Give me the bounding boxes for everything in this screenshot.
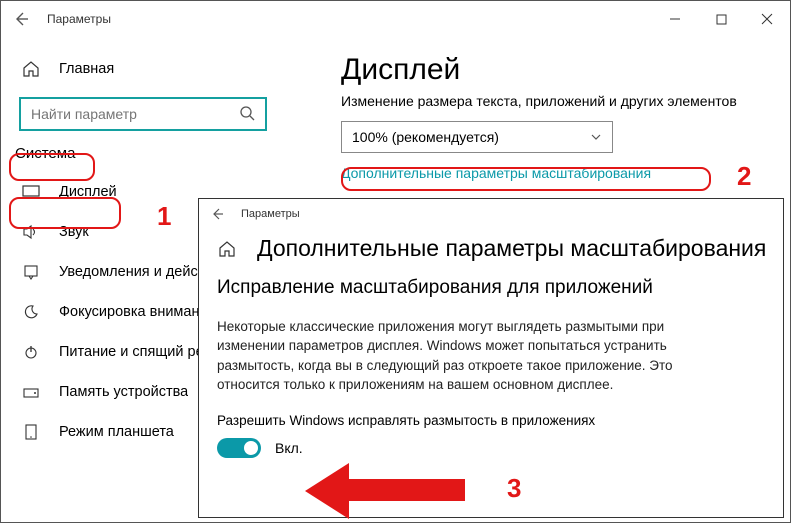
power-icon [21,342,41,362]
advanced-scaling-link[interactable]: Дополнительные параметры масштабирования [341,165,778,181]
tablet-icon [21,422,41,442]
toggle-caption: Разрешить Windows исправлять размытость … [217,413,765,428]
dialog-heading-row: Дополнительные параметры масштабирования [217,235,765,262]
dialog-body: Дополнительные параметры масштабирования… [199,229,783,458]
search-icon [239,105,255,121]
display-icon [21,182,41,202]
arrow-left-icon [210,207,224,221]
sidebar-item-label: Звук [59,224,89,240]
storage-icon [21,382,41,402]
back-button[interactable] [1,1,41,37]
window-title: Параметры [47,12,111,26]
sidebar-home-label: Главная [59,61,114,77]
dialog-body-text: Некоторые классические приложения могут … [217,317,677,395]
maximize-button[interactable] [698,1,744,37]
content: Дисплей Изменение размера текста, прилож… [341,53,778,181]
speaker-icon [21,222,41,242]
dialog-back-button[interactable] [209,206,225,222]
scale-section-label: Изменение размера текста, приложений и д… [341,93,778,109]
moon-icon [21,302,41,322]
home-icon[interactable] [217,239,237,259]
notification-icon [21,262,41,282]
settings-window: Параметры Главная Система [0,0,791,523]
search-container [19,97,283,131]
sidebar-item-label: Фокусировка внимания [59,304,215,320]
sidebar-category: Система [15,145,301,162]
minimize-icon [669,13,681,25]
search-input[interactable] [19,97,267,131]
dialog-titlebar: Параметры [199,199,783,229]
page-title: Дисплей [341,53,778,87]
sidebar-item-label: Память устройства [59,384,188,400]
minimize-button[interactable] [652,1,698,37]
scale-dropdown[interactable]: 100% (рекомендуется) [341,121,613,153]
close-button[interactable] [744,1,790,37]
fix-blur-toggle[interactable] [217,438,261,458]
sidebar-home[interactable]: Главная [1,49,301,89]
dialog-subheading: Исправление масштабирования для приложен… [217,276,765,301]
maximize-icon [716,14,727,25]
titlebar: Параметры [1,1,790,37]
toggle-state-label: Вкл. [275,440,303,456]
scale-dropdown-value: 100% (рекомендуется) [352,129,499,145]
toggle-control: Вкл. [217,438,765,458]
sidebar-item-label: Режим планшета [59,424,174,440]
sidebar-item-label: Дисплей [59,184,117,200]
dialog-heading: Дополнительные параметры масштабирования [257,235,766,262]
advanced-scaling-dialog: Параметры Дополнительные параметры масшт… [198,198,784,518]
arrow-left-icon [13,11,29,27]
window-controls [652,1,790,37]
home-icon [21,59,41,79]
dialog-title: Параметры [241,208,300,220]
close-icon [761,13,773,25]
chevron-down-icon [590,131,602,143]
